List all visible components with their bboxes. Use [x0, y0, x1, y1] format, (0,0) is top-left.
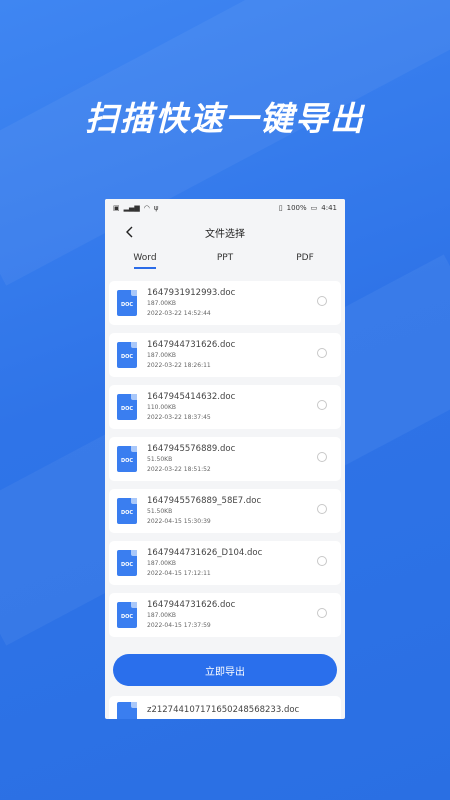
file-list: DOC 1647931912993.doc 187.00KB 2022-03-2… — [105, 281, 345, 645]
file-size: 110.00KB — [147, 404, 177, 411]
file-item[interactable]: DOC 1647944731626.doc 187.00KB 2022-03-2… — [109, 333, 341, 377]
file-size: 51.50KB — [147, 508, 173, 515]
select-radio[interactable] — [317, 296, 327, 306]
status-bar: ▣ ▂▄▆ ◠ ψ ▯ 100% ▭ 4:41 — [105, 199, 345, 217]
back-arrow-icon[interactable] — [123, 225, 137, 239]
file-item[interactable]: DOC 1647944731626.doc 187.00KB 2022-04-1… — [109, 593, 341, 637]
file-date: 2022-04-15 17:12:11 — [147, 570, 211, 577]
doc-file-icon: DOC — [117, 290, 137, 316]
tab-pdf[interactable]: PDF — [265, 247, 345, 273]
file-size: 187.00KB — [147, 612, 177, 619]
file-item[interactable]: DOC 1647945576889.doc 51.50KB 2022-03-22… — [109, 437, 341, 481]
file-size: 51.50KB — [147, 456, 173, 463]
select-radio[interactable] — [317, 608, 327, 618]
file-item[interactable]: DOC 1647945576889_58E7.doc 51.50KB 2022-… — [109, 489, 341, 533]
file-date: 2022-03-22 18:26:11 — [147, 362, 211, 369]
file-name: 1647931912993.doc — [147, 288, 236, 298]
clock: 4:41 — [321, 204, 337, 212]
battery-percent: 100% — [286, 204, 307, 212]
file-name: 1647944731626.doc — [147, 340, 236, 350]
battery-icon: ▭ — [310, 204, 318, 212]
export-bar: 立即导出 — [105, 647, 345, 693]
page-title: 文件选择 — [205, 228, 245, 240]
file-name: z21274410717165024856823​3.doc — [147, 705, 300, 715]
doc-file-icon: DOC — [117, 550, 137, 576]
file-item-partial[interactable]: z21274410717165024856823​3.doc — [109, 696, 341, 719]
tab-word[interactable]: Word — [105, 247, 185, 273]
promo-headline: 扫描快速一键导出 — [85, 99, 365, 138]
doc-file-icon: DOC — [117, 342, 137, 368]
file-date: 2022-04-15 15:30:39 — [147, 518, 211, 525]
file-size: 187.00KB — [147, 300, 177, 307]
doc-file-icon: DOC — [117, 446, 137, 472]
file-date: 2022-03-22 18:37:45 — [147, 414, 211, 421]
file-item[interactable]: DOC 1647945414632.doc 110.00KB 2022-03-2… — [109, 385, 341, 429]
select-radio[interactable] — [317, 452, 327, 462]
file-name: 1647945414632.doc — [147, 392, 236, 402]
vibrate-icon: ▯ — [278, 204, 283, 212]
nav-bar: 文件选择 — [105, 217, 345, 247]
doc-file-icon: DOC — [117, 394, 137, 420]
file-date: 2022-04-15 17:37:59 — [147, 622, 211, 629]
sim-icon: ▣ — [113, 204, 120, 212]
phone-screen: ▣ ▂▄▆ ◠ ψ ▯ 100% ▭ 4:41 文件选择 Word PPT PD… — [105, 199, 345, 719]
select-radio[interactable] — [317, 504, 327, 514]
select-radio[interactable] — [317, 348, 327, 358]
file-name: 1647945576889.doc — [147, 444, 236, 454]
doc-file-icon — [117, 702, 137, 719]
doc-file-icon: DOC — [117, 602, 137, 628]
select-radio[interactable] — [317, 556, 327, 566]
select-radio[interactable] — [317, 400, 327, 410]
wifi-icon: ◠ — [143, 204, 150, 212]
file-size: 187.00KB — [147, 560, 177, 567]
file-name: 1647944731626.doc — [147, 600, 236, 610]
file-name: 1647945576889_58E7.doc — [147, 496, 262, 506]
file-name: 1647944731626_D104.doc — [147, 548, 263, 558]
usb-icon: ψ — [153, 204, 159, 212]
tab-ppt[interactable]: PPT — [185, 247, 265, 273]
file-size: 187.00KB — [147, 352, 177, 359]
file-type-tabs: Word PPT PDF — [105, 247, 345, 273]
doc-file-icon: DOC — [117, 498, 137, 524]
file-item[interactable]: DOC 1647944731626_D104.doc 187.00KB 2022… — [109, 541, 341, 585]
file-item[interactable]: DOC 1647931912993.doc 187.00KB 2022-03-2… — [109, 281, 341, 325]
export-now-button[interactable]: 立即导出 — [113, 654, 337, 686]
file-date: 2022-03-22 18:51:52 — [147, 466, 211, 473]
signal-icon: ▂▄▆ — [123, 204, 140, 212]
file-date: 2022-03-22 14:52:44 — [147, 310, 211, 317]
